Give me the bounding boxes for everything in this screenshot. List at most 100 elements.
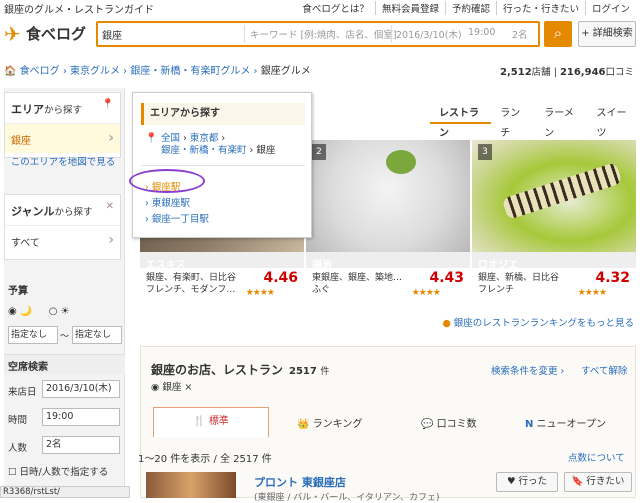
time-select[interactable]: 19:00 <box>468 27 495 38</box>
chevron-right-icon: › <box>108 130 114 146</box>
top-bar: 銀座のグルメ・レストランガイド 食べログとは？ 無料会員登録 予約確認 行った・… <box>0 0 640 16</box>
card-score: 4.43 <box>429 270 464 286</box>
vacancy-title: 空席検索 <box>8 362 48 373</box>
card-info: 銀座、有楽町、日比谷 フレンチ、モダンフ… 4.46 ★★★★ <box>140 268 304 304</box>
area-value[interactable]: 銀座 › <box>5 123 120 153</box>
path-link[interactable]: 東京都 <box>190 133 219 144</box>
budget-toggle[interactable]: ◉ 🌙 ○ ☀ <box>8 302 70 317</box>
genre-section: ジャンルから探す ✕ すべて › <box>4 194 121 260</box>
tab-sweets[interactable]: スイーツ <box>588 104 640 139</box>
detail-search-label: 詳細検索 <box>592 28 633 39</box>
people-label: 人数 <box>8 443 28 454</box>
date-select[interactable]: 2016/3/10(木) <box>396 27 462 41</box>
area-input[interactable]: 銀座 <box>102 27 242 42</box>
sort-tab-reviews[interactable]: 💬 口コミ数 <box>421 415 477 430</box>
card-areas: 東銀座、銀座、築地… ふぐ <box>312 273 403 295</box>
area-heading: エリアから探す <box>11 103 83 116</box>
time-select[interactable]: 19:00 <box>42 408 120 426</box>
pin-icon: 📍 <box>145 133 158 144</box>
tagline: 銀座のグルメ・レストランガイド <box>4 5 154 16</box>
people-select[interactable]: 2名 <box>42 436 120 454</box>
went-button[interactable]: ♥ 行った <box>496 472 558 492</box>
card-info: 銀座、新橋、日比谷 フレンチ 4.32 ★★★★ <box>472 268 636 304</box>
time-label: 時間 <box>8 415 28 426</box>
card-score: 4.46 <box>263 270 298 286</box>
top-link-about[interactable]: 食べログとは？ <box>296 1 375 15</box>
breadcrumb-item[interactable]: 東京グルメ <box>70 66 120 77</box>
map-link[interactable]: このエリアを地図で見る <box>8 156 118 169</box>
top-links: 食べログとは？ 無料会員登録 予約確認 行った・行きたい ログイン <box>296 1 636 15</box>
tab-restaurant[interactable]: レストラン <box>430 104 492 139</box>
path-link[interactable]: 全国 <box>161 133 180 144</box>
popup-path: 全国 › 東京都 › 銀座・新橋・有楽町 › 銀座 <box>161 133 276 156</box>
card-score: 4.32 <box>595 270 630 286</box>
budget-to-select[interactable]: 指定なし <box>72 326 122 344</box>
pin-icon: 📍 <box>101 99 114 110</box>
top-link-reservation[interactable]: 予約確認 <box>444 1 496 15</box>
want-button[interactable]: 🔖 行きたい <box>564 472 632 492</box>
results-showing: 1〜20 件を表示 / 全 2517 件 <box>138 454 272 465</box>
ranking-card-2[interactable]: 2 福治 東銀座、銀座、築地… ふぐ 4.43 ★★★★ <box>306 140 470 304</box>
keyword-input[interactable]: キーワード [例:焼肉、店名、個室] <box>250 27 397 41</box>
result-row: プロント 東銀座店 (東銀座 / バル・バール、イタリアン、カフェ) ♥ 行った… <box>140 468 636 503</box>
shop-count-label: 店舗 <box>531 67 551 78</box>
path-current: 銀座 <box>256 145 276 156</box>
popup-title: エリアから探す <box>141 103 305 125</box>
review-count: 216,946 <box>559 67 606 78</box>
date-label: 来店日 <box>8 387 37 398</box>
change-conditions-link[interactable]: 検索条件を変更 › <box>491 363 564 377</box>
card-stars: ★★★★ <box>577 288 607 298</box>
lime-garnish <box>386 150 416 174</box>
counts: 2,512店舗 | 216,946口コミ <box>500 67 634 78</box>
divider <box>391 25 392 43</box>
points-link[interactable]: 点数について <box>568 450 625 464</box>
divider <box>244 25 245 43</box>
sort-tab-ranking[interactable]: 👑 ランキング <box>297 415 362 430</box>
result-name[interactable]: プロント 東銀座店 <box>254 474 346 490</box>
tabelog-logo[interactable]: ✈ 食べログ <box>4 20 88 46</box>
search-icon: ⌕ <box>553 24 563 42</box>
breadcrumb: 🏠 食べログ › 東京グルメ › 銀座・新橋・有楽町グルメ › 銀座グルメ <box>4 66 311 77</box>
path-link[interactable]: 銀座・新橋・有楽町 <box>161 145 247 156</box>
result-sub: (東銀座 / バル・バール、イタリアン、カフェ) <box>254 493 440 503</box>
people-select[interactable]: 2名 <box>512 27 528 41</box>
detail-search-button[interactable]: + 詳細検索 <box>578 21 636 47</box>
card-areas: 銀座、新橋、日比谷 フレンチ <box>478 273 560 295</box>
breadcrumb-item[interactable]: 銀座・新橋・有楽町グルメ <box>130 66 250 77</box>
sort-tab-standard[interactable]: 🍴 標準 <box>153 407 269 437</box>
clear-all-link[interactable]: すべて解除 <box>581 363 627 377</box>
tab-lunch[interactable]: ランチ <box>491 104 535 139</box>
top-link-register[interactable]: 無料会員登録 <box>374 1 445 15</box>
ranking-more-link[interactable]: ● 銀座のレストランランキングをもっと見る <box>442 315 634 329</box>
station-item[interactable]: › 銀座一丁目駅 <box>145 211 209 225</box>
budget-title: 予算 <box>8 286 28 297</box>
ranking-card-3[interactable]: 3 ロオジエ 銀座、新橋、日比谷 フレンチ 4.32 ★★★★ <box>472 140 636 304</box>
date-field[interactable]: 2016/3/10(木) <box>42 380 120 398</box>
active-tag[interactable]: ◉ 銀座 × <box>151 379 192 393</box>
review-count-label: 口コミ <box>605 67 634 78</box>
top-link-login[interactable]: ログイン <box>584 1 636 15</box>
arrow-icon: ● <box>442 318 451 329</box>
logo-text: 食べログ <box>26 25 87 43</box>
budget-sep: 〜 <box>60 332 70 342</box>
nodate-checkbox[interactable]: ☐ 日時/人数で指定する <box>8 464 108 478</box>
search-button[interactable]: ⌕ <box>544 21 572 47</box>
tabelog-wing-icon: ✈ <box>4 22 21 46</box>
card-info: 東銀座、銀座、築地… ふぐ 4.43 ★★★★ <box>306 268 470 304</box>
breadcrumb-item[interactable]: 食べログ <box>20 66 60 77</box>
top-link-went-want[interactable]: 行った・行きたい <box>495 1 585 15</box>
highlight-circle <box>129 169 205 193</box>
genre-heading: ジャンルから探す <box>11 205 93 218</box>
genre-value[interactable]: すべて › <box>5 225 120 255</box>
sort-tab-new[interactable]: N ニューオープン <box>525 415 606 430</box>
area-section: エリアから探す 📍 銀座 › <box>4 92 121 158</box>
card-areas: 銀座、有楽町、日比谷 フレンチ、モダンフ… <box>146 273 237 295</box>
card-rank: 2 <box>312 144 326 160</box>
budget-from-select[interactable]: 指定なし <box>8 326 58 344</box>
tab-ramen[interactable]: ラーメン <box>535 104 587 139</box>
ranking-more-label: 銀座のレストランランキングをもっと見る <box>453 318 634 329</box>
station-item[interactable]: › 東銀座駅 <box>145 195 190 209</box>
card-stars: ★★★★ <box>411 288 441 298</box>
category-tabs: レストラン ランチ ラーメン スイーツ <box>430 104 640 139</box>
card-rank: 3 <box>478 144 492 160</box>
